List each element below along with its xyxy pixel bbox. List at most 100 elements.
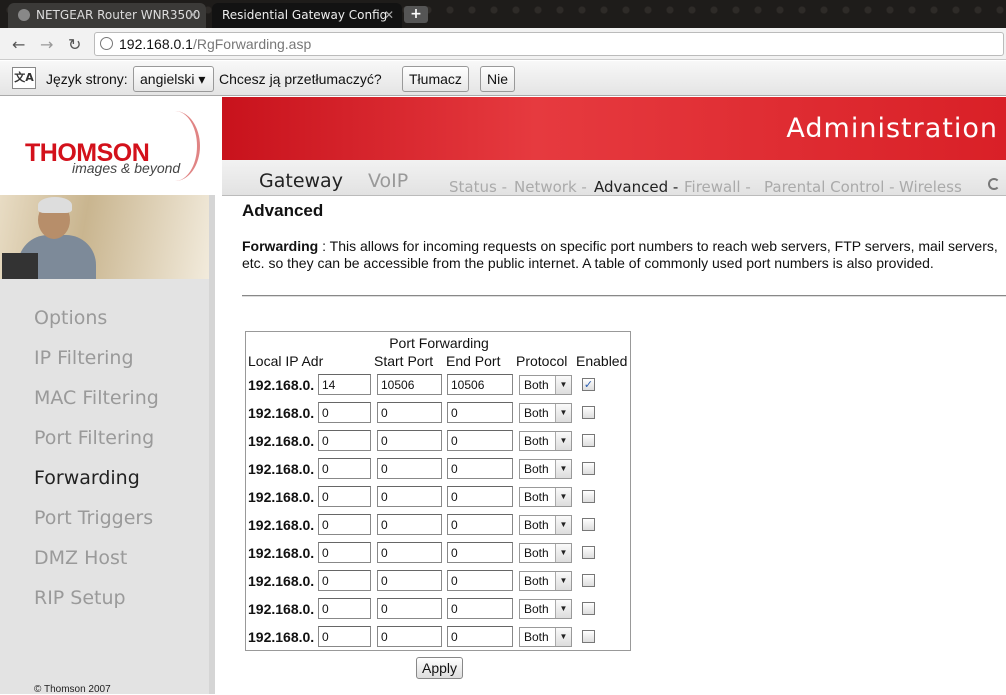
sidebar: Options IP Filtering MAC Filtering Port …: [0, 195, 215, 695]
protocol-select[interactable]: Both ▼: [519, 459, 572, 479]
translate-button[interactable]: Tłumacz: [402, 66, 469, 92]
reload-icon[interactable]: ↻: [68, 35, 81, 54]
nav-gateway[interactable]: Gateway: [259, 170, 343, 192]
enabled-checkbox[interactable]: [582, 518, 595, 531]
back-arrow-icon[interactable]: ←: [12, 35, 25, 54]
browser-tab-netgear[interactable]: NETGEAR Router WNR3500 ✕: [8, 3, 206, 28]
tab-close-icon[interactable]: ✕: [384, 8, 394, 22]
enabled-checkbox[interactable]: [582, 462, 595, 475]
protocol-select[interactable]: Both ▼: [519, 543, 572, 563]
start-port-input[interactable]: [377, 402, 442, 423]
sidebar-item-options[interactable]: Options: [34, 307, 107, 329]
local-ip-input[interactable]: [318, 626, 371, 647]
ip-prefix: 192.168.0.: [248, 433, 315, 449]
new-tab-button[interactable]: +: [404, 6, 428, 23]
ip-prefix: 192.168.0.: [248, 517, 315, 533]
start-port-input[interactable]: [377, 486, 442, 507]
subnav-wireless[interactable]: Wireless: [899, 178, 962, 196]
dropdown-arrow-icon: ▼: [555, 488, 571, 506]
end-port-input[interactable]: [447, 626, 513, 647]
end-port-input[interactable]: [447, 570, 513, 591]
enabled-checkbox[interactable]: ✓: [582, 378, 595, 391]
subnav-parental-control[interactable]: Parental Control -: [764, 178, 895, 196]
enabled-checkbox[interactable]: [582, 406, 595, 419]
enabled-checkbox[interactable]: [582, 490, 595, 503]
protocol-select[interactable]: Both ▼: [519, 403, 572, 423]
thomson-logo: THOMSON images & beyond: [0, 97, 230, 195]
ip-prefix: 192.168.0.: [248, 629, 315, 645]
end-port-input[interactable]: [447, 374, 513, 395]
ip-prefix: 192.168.0.: [248, 489, 315, 505]
protocol-select[interactable]: Both ▼: [519, 515, 572, 535]
tab-close-icon[interactable]: ✕: [188, 8, 198, 22]
no-translate-button[interactable]: Nie: [480, 66, 516, 92]
sidebar-item-port-filtering[interactable]: Port Filtering: [34, 427, 154, 449]
start-port-input[interactable]: [377, 430, 442, 451]
sidebar-item-forwarding[interactable]: Forwarding: [34, 467, 140, 489]
protocol-select[interactable]: Both ▼: [519, 599, 572, 619]
enabled-checkbox[interactable]: [582, 546, 595, 559]
table-row: 192.168.0. Both▼: [246, 626, 632, 648]
end-port-input[interactable]: [447, 598, 513, 619]
favicon-icon: [18, 9, 30, 21]
end-port-input[interactable]: [447, 402, 513, 423]
enabled-checkbox[interactable]: [582, 602, 595, 615]
start-port-input[interactable]: [377, 570, 442, 591]
loading-spinner-icon: [988, 178, 1000, 190]
forward-arrow-icon[interactable]: →: [40, 35, 53, 54]
sidebar-item-rip-setup[interactable]: RIP Setup: [34, 587, 126, 609]
start-port-input[interactable]: [377, 374, 442, 395]
page-description: Forwarding : This allows for incoming re…: [242, 238, 1002, 272]
local-ip-input[interactable]: [318, 570, 371, 591]
local-ip-input[interactable]: [318, 458, 371, 479]
table-row: 192.168.0. Both▼: [246, 430, 632, 452]
tab-title: NETGEAR Router WNR3500: [36, 8, 201, 22]
nav-voip[interactable]: VoIP: [368, 170, 408, 192]
ip-prefix: 192.168.0.: [248, 601, 315, 617]
local-ip-input[interactable]: [318, 374, 371, 395]
browser-toolbar: ← → ↻ 192.168.0.1/RgForwarding.asp: [0, 28, 1006, 60]
protocol-select[interactable]: Both ▼: [519, 627, 572, 647]
local-ip-input[interactable]: [318, 514, 371, 535]
local-ip-input[interactable]: [318, 430, 371, 451]
enabled-checkbox[interactable]: [582, 630, 595, 643]
start-port-input[interactable]: [377, 626, 442, 647]
sidebar-item-ip-filtering[interactable]: IP Filtering: [34, 347, 134, 369]
subnav-status[interactable]: Status -: [449, 178, 507, 196]
end-port-input[interactable]: [447, 514, 513, 535]
sidebar-item-mac-filtering[interactable]: MAC Filtering: [34, 387, 159, 409]
language-select[interactable]: angielski ▾: [133, 66, 214, 92]
protocol-select[interactable]: Both ▼: [519, 375, 572, 395]
start-port-input[interactable]: [377, 458, 442, 479]
start-port-input[interactable]: [377, 514, 442, 535]
enabled-checkbox[interactable]: [582, 574, 595, 587]
browser-tab-gateway[interactable]: Residential Gateway Config ✕: [212, 3, 402, 28]
local-ip-input[interactable]: [318, 486, 371, 507]
logo-tagline: images & beyond: [72, 160, 181, 176]
local-ip-input[interactable]: [318, 598, 371, 619]
dropdown-arrow-icon: ▼: [555, 600, 571, 618]
protocol-select[interactable]: Both ▼: [519, 431, 572, 451]
end-port-input[interactable]: [447, 542, 513, 563]
table-row: 192.168.0. Both▼: [246, 514, 632, 536]
subnav-firewall[interactable]: Firewall -: [684, 178, 751, 196]
protocol-select[interactable]: Both ▼: [519, 571, 572, 591]
subnav-network[interactable]: Network -: [514, 178, 587, 196]
local-ip-input[interactable]: [318, 402, 371, 423]
start-port-input[interactable]: [377, 542, 442, 563]
start-port-input[interactable]: [377, 598, 442, 619]
subnav-advanced[interactable]: Advanced -: [594, 178, 678, 196]
dropdown-arrow-icon: ▼: [555, 572, 571, 590]
page-info-icon[interactable]: [100, 37, 113, 50]
dropdown-arrow-icon: ▼: [555, 376, 571, 394]
address-bar[interactable]: 192.168.0.1/RgForwarding.asp: [94, 32, 1004, 56]
end-port-input[interactable]: [447, 430, 513, 451]
sidebar-item-port-triggers[interactable]: Port Triggers: [34, 507, 153, 529]
end-port-input[interactable]: [447, 486, 513, 507]
local-ip-input[interactable]: [318, 542, 371, 563]
apply-button[interactable]: Apply: [416, 657, 463, 679]
enabled-checkbox[interactable]: [582, 434, 595, 447]
end-port-input[interactable]: [447, 458, 513, 479]
sidebar-item-dmz-host[interactable]: DMZ Host: [34, 547, 127, 569]
protocol-select[interactable]: Both ▼: [519, 487, 572, 507]
